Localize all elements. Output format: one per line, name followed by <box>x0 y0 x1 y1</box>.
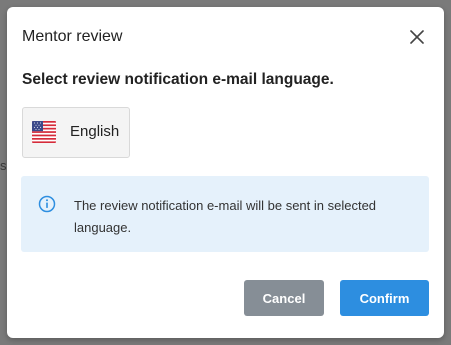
dialog-title: Mentor review <box>22 28 123 45</box>
close-button[interactable] <box>405 25 429 49</box>
close-icon <box>410 30 424 44</box>
language-option-label: English <box>70 123 120 140</box>
info-circle-icon <box>38 195 56 213</box>
mentor-review-dialog: Mentor review Select review notification… <box>7 7 444 338</box>
cancel-button[interactable]: Cancel <box>244 280 324 316</box>
us-flag-icon <box>32 121 56 143</box>
language-option-english[interactable]: English <box>22 107 130 158</box>
background-text-fragment: s <box>0 158 7 173</box>
dialog-subtitle: Select review notification e-mail langua… <box>22 71 334 88</box>
dialog-header: Mentor review <box>7 7 444 67</box>
info-alert: The review notification e-mail will be s… <box>21 176 429 252</box>
confirm-button[interactable]: Confirm <box>340 280 429 316</box>
info-alert-text: The review notification e-mail will be s… <box>74 198 377 235</box>
